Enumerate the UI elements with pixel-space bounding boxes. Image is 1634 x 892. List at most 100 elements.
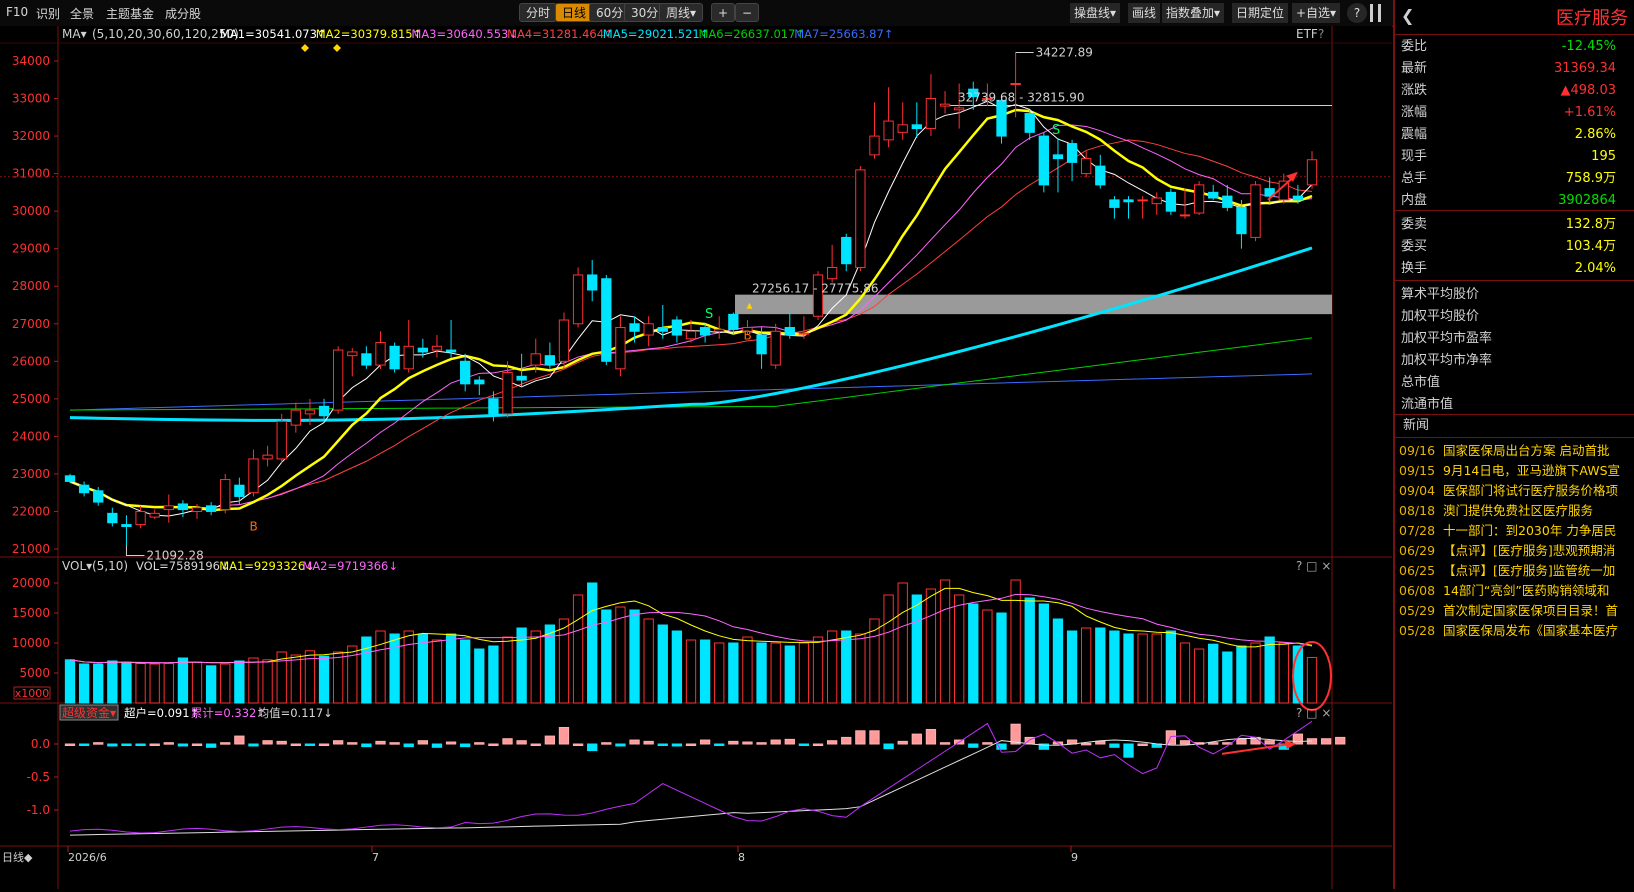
fund-bar <box>1208 742 1219 745</box>
fund-bar <box>1292 733 1304 745</box>
period-tab-weekly[interactable]: 周线▾ <box>659 3 704 22</box>
quote-row: 涨幅 +1.61% <box>1395 102 1634 124</box>
fund-bar <box>855 730 866 745</box>
fund-bar <box>1109 743 1120 748</box>
help-icon[interactable]: ? <box>1347 3 1367 23</box>
fund-bar <box>234 735 245 745</box>
fund-bar <box>290 743 301 746</box>
volume-bar <box>826 630 838 704</box>
news-item[interactable]: 08/18 澳门提供免费社区医疗服务 <box>1399 501 1634 521</box>
volume-bar <box>1165 630 1177 704</box>
news-date: 09/04 <box>1399 483 1436 498</box>
candle-body <box>304 409 316 415</box>
candle-body <box>544 355 556 366</box>
candle-body <box>1250 184 1261 238</box>
news-title: 医保部门将试行医疗服务价格项 <box>1443 483 1619 498</box>
candle-body <box>601 278 612 362</box>
news-item[interactable]: 09/16 国家医保局出台方案 启动首批 <box>1399 441 1634 461</box>
chart-area[interactable]: 34000 33000 32000 31000 30000 29000 28000 27000… <box>0 26 1392 889</box>
fund-bar <box>883 743 894 750</box>
market-field: 加权平均市净率 <box>1401 353 1493 368</box>
news-item[interactable]: 05/29 首次制定国家医保项目目录！首 <box>1399 601 1634 621</box>
fund-bar <box>572 743 584 746</box>
fund-bar <box>784 738 795 745</box>
candle-body <box>1095 165 1106 186</box>
index-overlay-dropdown[interactable]: 指数叠加▾ <box>1162 3 1225 23</box>
volume-bar <box>897 582 908 704</box>
news-date: 05/28 <box>1399 623 1436 638</box>
vol-label: VOL▾ <box>62 559 92 573</box>
fund-bar <box>276 740 287 745</box>
news-title: 【点评】[医疗服务]悲观预期消 <box>1443 543 1616 558</box>
news-date: 09/16 <box>1399 443 1436 458</box>
zoom-in-button[interactable]: + <box>711 3 735 22</box>
volume-bar <box>177 657 189 704</box>
news-tab[interactable]: 新闻 <box>1403 416 1429 436</box>
volume-bar <box>968 603 979 704</box>
vol-params: (5,10) <box>92 559 128 573</box>
fund-bar <box>530 743 541 746</box>
kline-chart[interactable]: 34000 33000 32000 31000 30000 29000 28000 27000… <box>0 26 1392 889</box>
fund-bar <box>714 743 725 746</box>
volume-bar <box>1095 627 1106 704</box>
news-item[interactable]: 09/15 9月14日电，亚马逊旗下AWS宣 <box>1399 461 1634 481</box>
trading-line-dropdown[interactable]: 操盘线▾ <box>1070 3 1121 23</box>
collapse-icon[interactable]: ❮ <box>1401 6 1414 25</box>
quote-label: 总手 <box>1401 171 1428 186</box>
zoom-out-button[interactable]: − <box>735 3 759 22</box>
date-locate-button[interactable]: 日期定位 <box>1232 3 1289 23</box>
volume-bar <box>205 665 217 704</box>
fund-bar <box>262 740 273 745</box>
ma-value: MA4=31281.464↑ <box>507 27 614 41</box>
resistance-label: 32739.68 - 32815.90 <box>958 90 1084 104</box>
candle-body <box>1024 113 1035 133</box>
volume-bar <box>220 663 231 704</box>
candle-body <box>1052 154 1064 160</box>
fund-bar <box>205 743 217 748</box>
pane-controls: ? □ × <box>1296 706 1331 720</box>
fund-bar <box>699 739 711 745</box>
volume-bar <box>841 630 852 704</box>
news-item[interactable]: 05/28 国家医保局发布《国家基本医疗 <box>1399 621 1634 641</box>
constituents-button[interactable]: 成分股 <box>165 5 201 22</box>
watchlist-dropdown[interactable]: +自选▾ <box>1292 3 1341 23</box>
date-label: 7 <box>372 851 379 864</box>
volume-bar <box>389 633 400 704</box>
news-item[interactable]: 07/28 十一部门：到2030年 力争居民 <box>1399 521 1634 541</box>
candle-body <box>262 454 273 460</box>
news-item[interactable]: 06/08 14部门“亮剑”医药购销领域和 <box>1399 581 1634 601</box>
candle-body <box>177 503 189 511</box>
candle-body <box>798 332 810 335</box>
quote-row: 现手 195 <box>1395 146 1634 168</box>
price-tick-label: 27000 <box>12 317 50 331</box>
fund-bar <box>1264 740 1275 745</box>
draw-line-button[interactable]: 画线 <box>1128 3 1161 23</box>
candle-body <box>615 327 626 370</box>
ma-value: MA7=25663.87↑ <box>794 27 893 41</box>
overview-button[interactable]: 全景 <box>70 5 94 22</box>
news-item[interactable]: 09/04 医保部门将试行医疗服务价格项 <box>1399 481 1634 501</box>
theme-fund-button[interactable]: 主题基金 <box>106 5 154 22</box>
vol-value: VOL=7589196↓ <box>136 559 230 573</box>
fund-bar <box>1010 723 1021 745</box>
identify-button[interactable]: 识别 <box>36 5 60 22</box>
news-item[interactable]: 06/29 【点评】[医疗服务]悲观预期消 <box>1399 541 1634 561</box>
volume-bar <box>431 639 443 704</box>
candle-body <box>149 512 160 518</box>
period-tab-daily[interactable]: 日线 <box>555 3 594 22</box>
volume-bar <box>1222 651 1233 704</box>
fund-value: 累计=0.332↑ <box>191 706 266 720</box>
candle-body <box>897 124 908 133</box>
candle-body <box>93 490 104 503</box>
candle-body <box>1010 83 1021 86</box>
fund-bar <box>1335 736 1346 745</box>
volume-bar <box>149 663 160 704</box>
high-label: 34227.89 <box>1036 45 1093 59</box>
candle-body <box>1179 214 1191 217</box>
news-item[interactable]: 06/25 【点评】[医疗服务]监管统一加 <box>1399 561 1634 581</box>
candle-body <box>996 99 1007 137</box>
fund-bar <box>671 743 683 747</box>
period-tab-intraday[interactable]: 分时 <box>519 3 558 22</box>
ma-value: MA1=30541.073↑ <box>220 27 327 41</box>
f10-button[interactable]: F10 <box>6 5 28 19</box>
